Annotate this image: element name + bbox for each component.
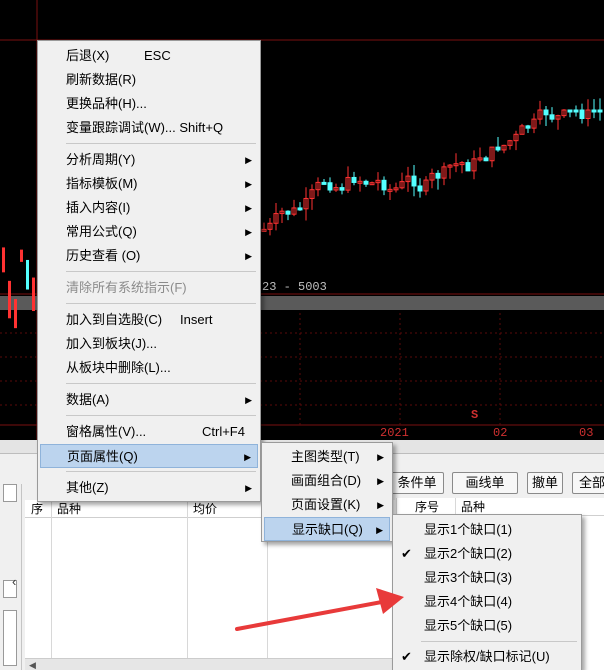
submenu-page-settings[interactable]: 页面设置(K) ▶ bbox=[264, 493, 390, 517]
menu-debug-trace[interactable]: 变量跟踪调试(W)... Shift+Q bbox=[40, 116, 258, 140]
menu-analysis-period[interactable]: 分析周期(Y) ▶ bbox=[40, 148, 258, 172]
menu-clear-system-indicators: 清除所有系统指示(F) bbox=[66, 280, 187, 295]
gap-option-4[interactable]: 显示4个缺口(4) bbox=[395, 590, 579, 614]
submenu-arrow-icon: ▶ bbox=[377, 476, 384, 486]
check-icon: ✔ bbox=[401, 649, 412, 664]
check-icon: ✔ bbox=[401, 546, 412, 561]
conditional-order-button[interactable]: 条件单 bbox=[390, 472, 444, 494]
horizontal-scrollbar[interactable]: ◀ bbox=[25, 658, 395, 670]
menu-page-properties[interactable]: 页面属性(Q) ▶ bbox=[40, 444, 258, 468]
candle-body bbox=[543, 109, 549, 116]
left-side-strip bbox=[0, 484, 22, 670]
candle-body bbox=[20, 249, 23, 262]
gap-option-2[interactable]: ✔ 显示2个缺口(2) bbox=[395, 542, 579, 566]
candle-body bbox=[549, 114, 555, 120]
side-button-1[interactable] bbox=[3, 484, 17, 502]
candle-body bbox=[579, 109, 585, 119]
candle-body bbox=[297, 207, 303, 211]
submenu-layout-combo[interactable]: 画面组合(D) ▶ bbox=[264, 469, 390, 493]
menu-change-symbol[interactable]: 更换品种(H)... bbox=[40, 92, 258, 116]
candle-body bbox=[573, 109, 579, 113]
candle-body bbox=[381, 179, 387, 191]
chart-context-menu: 后退(X) ESC 刷新数据(R) 更换品种(H)... 变量跟踪调试(W)...… bbox=[37, 40, 261, 502]
candle-body bbox=[525, 125, 531, 129]
date-label-2021: 2021 bbox=[380, 426, 409, 440]
candle-body bbox=[411, 175, 417, 187]
submenu-arrow-icon: ▶ bbox=[244, 452, 251, 462]
submenu-arrow-icon: ▶ bbox=[377, 500, 384, 510]
all-button[interactable]: 全部 bbox=[572, 472, 604, 494]
header-index: 序 bbox=[31, 502, 44, 516]
date-label-02: 02 bbox=[493, 426, 508, 440]
candle-body bbox=[14, 299, 17, 329]
candle-body bbox=[363, 180, 369, 185]
menu-other[interactable]: 其他(Z) ▶ bbox=[40, 476, 258, 500]
submenu-arrow-icon: ▶ bbox=[245, 395, 252, 405]
candle-body bbox=[351, 176, 357, 183]
page-properties-submenu: 主图类型(T) ▶ 画面组合(D) ▶ 页面设置(K) ▶ 显示缺口(Q) ▶ bbox=[261, 442, 393, 542]
submenu-arrow-icon: ▶ bbox=[245, 203, 252, 213]
menu-back[interactable]: 后退(X) ESC bbox=[40, 44, 258, 68]
candle-body bbox=[435, 172, 441, 179]
submenu-arrow-icon: ▶ bbox=[377, 452, 384, 462]
candle-body bbox=[339, 187, 345, 191]
date-label-03: 03 bbox=[579, 426, 594, 440]
menu-pane-properties[interactable]: 窗格属性(V)... Ctrl+F4 bbox=[40, 420, 258, 444]
draw-order-button[interactable]: 画线单 bbox=[452, 472, 518, 494]
submenu-arrow-icon: ▶ bbox=[245, 251, 252, 261]
menu-insert-content[interactable]: 插入内容(I) ▶ bbox=[40, 196, 258, 220]
menu-indicator-template[interactable]: 指标模板(M) ▶ bbox=[40, 172, 258, 196]
candle-body bbox=[495, 146, 501, 151]
submenu-arrow-icon: ▶ bbox=[245, 179, 252, 189]
menu-refresh-data[interactable]: 刷新数据(R) bbox=[40, 68, 258, 92]
side-button-3[interactable] bbox=[3, 610, 17, 666]
gap-option-1[interactable]: 显示1个缺口(1) bbox=[395, 518, 579, 542]
submenu-arrow-icon: ▶ bbox=[245, 155, 252, 165]
menu-common-formula[interactable]: 常用公式(Q) ▶ bbox=[40, 220, 258, 244]
candle-body bbox=[321, 181, 327, 185]
candle-body bbox=[32, 277, 35, 312]
candle-body bbox=[567, 109, 573, 113]
candle-body bbox=[285, 210, 291, 215]
candle-body bbox=[8, 280, 11, 319]
price-range-label: 23 - 5003 bbox=[262, 280, 327, 294]
candle-body bbox=[591, 109, 597, 113]
gap-option-3[interactable]: 显示3个缺口(3) bbox=[395, 566, 579, 590]
submenu-show-gaps[interactable]: 显示缺口(Q) ▶ bbox=[264, 517, 390, 541]
scroll-left-icon[interactable]: ◀ bbox=[29, 660, 36, 670]
submenu-arrow-icon: ▶ bbox=[245, 483, 252, 493]
candle-body bbox=[597, 109, 603, 113]
menu-add-to-block[interactable]: 加入到板块(J)... bbox=[40, 332, 258, 356]
candle-body bbox=[417, 185, 423, 192]
collapse-left-icon[interactable]: ‹ bbox=[12, 574, 16, 589]
show-exright-gap-marker[interactable]: ✔ 显示除权/缺口标记(U) bbox=[395, 645, 579, 669]
candle-body bbox=[483, 157, 489, 162]
menu-data[interactable]: 数据(A) ▶ bbox=[40, 388, 258, 412]
gap-option-5[interactable]: 显示5个缺口(5) bbox=[395, 614, 579, 638]
candle-body bbox=[26, 259, 29, 290]
submenu-arrow-icon: ▶ bbox=[376, 525, 383, 535]
submenu-main-chart-type[interactable]: 主图类型(T) ▶ bbox=[264, 445, 390, 469]
signal-marker: S bbox=[471, 408, 479, 422]
header-symbol: 品种 bbox=[57, 502, 82, 516]
candle-body bbox=[327, 182, 333, 191]
submenu-arrow-icon: ▶ bbox=[245, 227, 252, 237]
candle-body bbox=[465, 162, 471, 172]
cancel-order-button[interactable]: 撤单 bbox=[527, 472, 563, 494]
menu-history-view[interactable]: 历史查看 (O) ▶ bbox=[40, 244, 258, 268]
candle-body bbox=[2, 247, 5, 273]
menu-remove-from-block[interactable]: 从板块中删除(L)... bbox=[40, 356, 258, 380]
header-avg-price: 均价 bbox=[193, 502, 218, 516]
show-gaps-submenu: 显示1个缺口(1) ✔ 显示2个缺口(2) 显示3个缺口(3) 显示4个缺口(4)… bbox=[392, 514, 582, 670]
menu-add-to-watchlist[interactable]: 加入到自选股(C) Insert bbox=[40, 308, 258, 332]
